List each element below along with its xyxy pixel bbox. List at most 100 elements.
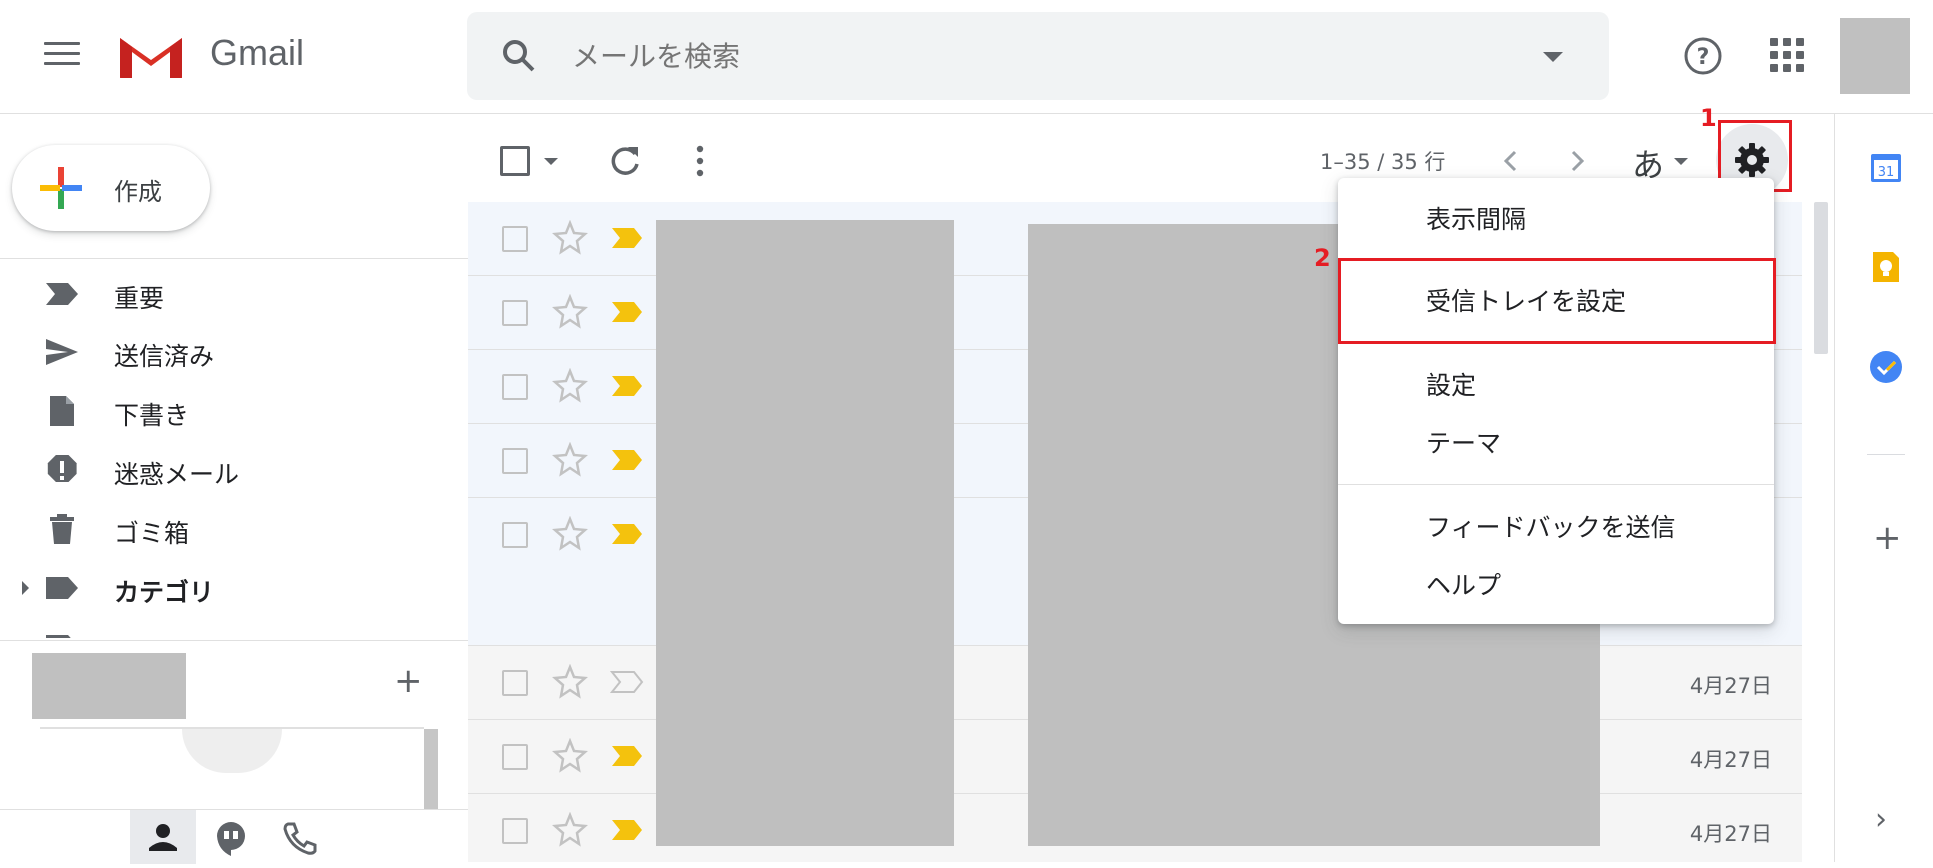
input-tools-chevron-down-icon[interactable] (1674, 158, 1688, 165)
settings-dropdown-menu: 表示間隔 受信トレイを設定 設定 テーマ フィードバックを送信 ヘルプ (1338, 178, 1774, 624)
tab-phone[interactable] (266, 810, 332, 864)
sidebar-item-label: 送信済み (114, 342, 215, 371)
star-icon[interactable] (552, 368, 588, 404)
empty-chat-illustration (182, 729, 282, 773)
refresh-icon[interactable] (608, 144, 642, 178)
gmail-logo-icon[interactable] (116, 30, 186, 82)
sidebar-item-label: ゴミ箱 (114, 519, 190, 548)
account-avatar[interactable] (1840, 18, 1910, 94)
sidebar-item-drafts[interactable]: 下書き (0, 382, 468, 440)
step2-highlight-box (1338, 258, 1776, 344)
not-important-marker-icon[interactable] (610, 670, 644, 694)
select-options-chevron-down-icon[interactable] (544, 158, 558, 165)
main-menu-icon[interactable] (44, 42, 80, 68)
sidebar-item-amazon[interactable]: amazon (0, 617, 468, 638)
phone-icon (283, 822, 317, 855)
star-icon[interactable] (552, 442, 588, 478)
spam-icon (47, 455, 77, 482)
tab-conversations[interactable] (198, 810, 264, 864)
sidebar-item-categories[interactable]: カテゴリ (0, 559, 468, 617)
row-date: 4月27日 (1689, 822, 1772, 846)
row-checkbox[interactable] (502, 300, 528, 326)
tab-contacts[interactable] (130, 810, 196, 864)
hangouts-scrollbar[interactable] (424, 729, 438, 809)
menu-item-settings[interactable]: 設定 (1426, 366, 1476, 402)
search-icon[interactable] (501, 38, 537, 74)
keep-icon[interactable] (1869, 250, 1903, 284)
menu-divider (1338, 484, 1774, 485)
important-marker-icon[interactable] (610, 818, 644, 842)
important-marker-icon[interactable] (610, 226, 644, 250)
sidebar-item-label: 重要 (114, 284, 165, 313)
important-marker-icon[interactable] (610, 374, 644, 398)
label-icon (46, 577, 78, 599)
row-checkbox[interactable] (502, 448, 528, 474)
side-divider (1867, 454, 1905, 455)
star-icon[interactable] (552, 738, 588, 774)
menu-item-display-density[interactable]: 表示間隔 (1426, 200, 1526, 236)
row-date: 4月27日 (1689, 748, 1772, 772)
menu-item-send-feedback[interactable]: フィードバックを送信 (1426, 508, 1676, 544)
sidebar-item-label: amazon (114, 631, 213, 638)
important-marker-icon[interactable] (610, 448, 644, 472)
chevron-left-icon[interactable] (1498, 144, 1522, 178)
row-checkbox[interactable] (502, 226, 528, 252)
compose-button[interactable]: 作成 (12, 145, 210, 231)
hangouts-user[interactable] (32, 653, 186, 719)
tasks-icon[interactable] (1869, 350, 1903, 384)
step1-number: 1 (1700, 104, 1717, 132)
compose-label: 作成 (114, 178, 162, 206)
star-icon[interactable] (552, 664, 588, 700)
menu-item-themes[interactable]: テーマ (1426, 424, 1501, 460)
row-checkbox[interactable] (502, 522, 528, 548)
sidebar-item-spam[interactable]: 迷惑メール (0, 441, 468, 499)
sidebar-item-trash[interactable]: ゴミ箱 (0, 500, 468, 558)
apps-grid-icon[interactable] (1770, 38, 1804, 72)
hangouts-quote-icon (217, 822, 245, 856)
row-checkbox[interactable] (502, 374, 528, 400)
collapse-chevron-right-icon[interactable]: › (1875, 802, 1887, 837)
chevron-right-icon[interactable] (1566, 144, 1590, 178)
redacted-sender-block (656, 220, 954, 846)
star-icon[interactable] (552, 516, 588, 552)
add-contact-plus-icon[interactable]: + (394, 661, 423, 701)
top-bar: Gmail ? (0, 0, 1933, 114)
star-icon[interactable] (552, 294, 588, 330)
search-options-chevron-down-icon[interactable] (1543, 52, 1563, 62)
sidebar-nav: 重要 送信済み 下書き 迷惑メール ゴミ箱 カテゴリ amazon (0, 258, 468, 638)
row-checkbox[interactable] (502, 670, 528, 696)
plus-icon (40, 167, 82, 209)
person-icon (149, 824, 177, 851)
hangouts-tabs (0, 809, 468, 864)
calendar-day: 31 (1878, 165, 1895, 180)
sidebar-item-label: 迷惑メール (114, 460, 240, 489)
pagination-count: 1–35 / 35 行 (1320, 150, 1446, 174)
menu-item-help[interactable]: ヘルプ (1426, 566, 1501, 602)
get-addons-plus-icon[interactable]: + (1873, 518, 1902, 558)
row-checkbox[interactable] (502, 818, 528, 844)
hangouts-panel: + (0, 640, 468, 864)
email-list-scrollbar[interactable] (1814, 202, 1828, 354)
row-checkbox[interactable] (502, 744, 528, 770)
search-input[interactable] (572, 32, 1472, 80)
side-panel: 31 + › (1834, 114, 1933, 862)
expand-arrow-icon[interactable] (22, 581, 29, 595)
star-icon[interactable] (552, 220, 588, 256)
send-icon (46, 339, 78, 365)
step2-number: 2 (1314, 244, 1331, 272)
important-marker-icon[interactable] (610, 744, 644, 768)
sidebar-item-important[interactable]: 重要 (0, 265, 468, 323)
more-vert-icon[interactable] (696, 144, 704, 178)
help-icon[interactable]: ? (1683, 36, 1723, 76)
draft-icon (50, 396, 74, 426)
select-all-checkbox[interactable] (500, 146, 530, 176)
important-marker-icon[interactable] (610, 522, 644, 546)
important-marker-icon[interactable] (610, 300, 644, 324)
label-important-icon (46, 283, 78, 305)
row-date: 4月27日 (1689, 674, 1772, 698)
star-icon[interactable] (552, 812, 588, 848)
calendar-icon[interactable]: 31 (1869, 150, 1903, 184)
label-icon (46, 635, 71, 638)
sidebar-item-sent[interactable]: 送信済み (0, 323, 468, 381)
search-bar[interactable] (467, 12, 1609, 100)
